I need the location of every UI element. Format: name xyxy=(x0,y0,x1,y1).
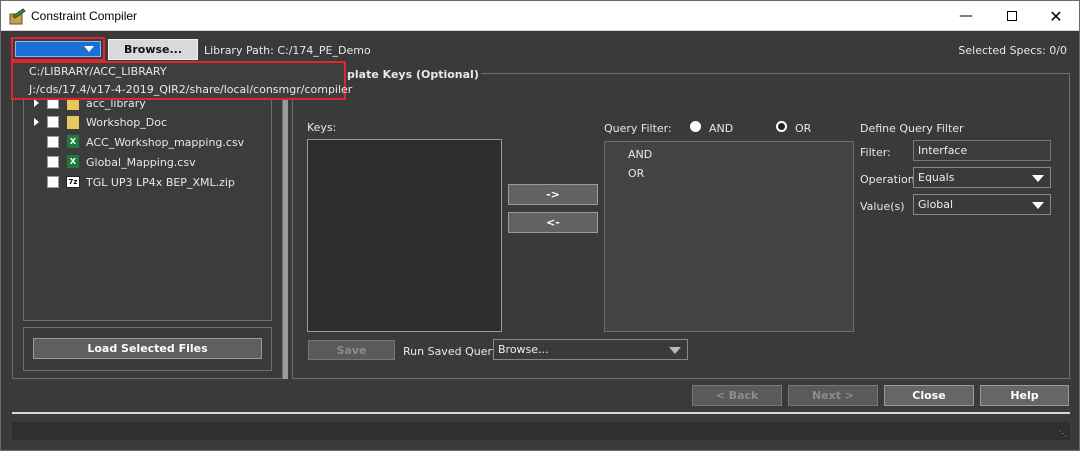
panel-splitter[interactable] xyxy=(283,67,288,379)
saved-query-select[interactable]: Browse... xyxy=(493,339,688,360)
zip-icon: 7z xyxy=(66,176,80,188)
or-radio[interactable] xyxy=(776,121,787,132)
minimize-icon: — xyxy=(959,8,973,24)
maximize-button[interactable] xyxy=(989,1,1035,31)
close-icon: ✕ xyxy=(1049,6,1063,26)
keys-list[interactable] xyxy=(307,139,502,332)
chevron-down-icon xyxy=(669,347,681,354)
selected-specs: Selected Specs: 0/0 xyxy=(958,44,1067,57)
close-button[interactable]: Close xyxy=(884,385,974,406)
chevron-down-icon xyxy=(1032,202,1044,209)
library-dropdown[interactable] xyxy=(11,37,105,61)
checkbox[interactable] xyxy=(47,116,59,128)
saved-query-value: Browse... xyxy=(498,343,549,356)
excel-icon: X xyxy=(67,135,79,148)
filter-label: Filter: xyxy=(860,146,891,159)
load-selected-files-button[interactable]: Load Selected Files xyxy=(33,338,262,359)
next-button[interactable]: Next > xyxy=(788,385,878,406)
and-radio-label: AND xyxy=(709,122,734,135)
maximize-icon xyxy=(1007,11,1017,21)
status-bar xyxy=(12,422,1070,440)
operation-value: Equals xyxy=(918,171,955,184)
close-window-button[interactable]: ✕ xyxy=(1033,1,1079,31)
values-label: Value(s) xyxy=(860,200,905,213)
back-button[interactable]: < Back xyxy=(692,385,782,406)
checkbox[interactable] xyxy=(47,176,59,188)
expand-icon[interactable] xyxy=(34,118,39,126)
save-button[interactable]: Save xyxy=(308,340,395,360)
window-title: Constraint Compiler xyxy=(31,9,138,23)
query-item-and[interactable]: AND xyxy=(628,148,652,161)
divider xyxy=(12,412,1070,414)
or-radio-label: OR xyxy=(795,122,812,135)
query-list[interactable]: AND OR xyxy=(604,141,854,332)
excel-icon: X xyxy=(67,155,79,168)
tree-item-label: Workshop_Doc xyxy=(86,116,168,129)
filter-input[interactable]: Interface xyxy=(913,140,1051,161)
file-tree: acc_library Workshop_Doc X ACC_Workshop_… xyxy=(23,81,272,321)
library-dropdown-list: C:/LIBRARY/ACC_LIBRARY J:/cds/17.4/v17-4… xyxy=(11,61,352,100)
checkbox[interactable] xyxy=(47,156,59,168)
app-window: Constraint Compiler — ✕ Browse... Librar… xyxy=(0,0,1080,451)
chevron-down-icon xyxy=(1032,175,1044,182)
chevron-down-icon xyxy=(84,46,94,52)
minimize-button[interactable]: — xyxy=(943,1,989,31)
query-filter-label: Query Filter: xyxy=(604,122,672,135)
dropdown-option-2[interactable]: J:/cds/17.4/v17-4-2019_QIR2/share/local/… xyxy=(29,83,352,98)
app-icon xyxy=(9,8,26,25)
and-radio[interactable] xyxy=(690,121,701,132)
tree-item-tgl-zip[interactable]: 7z TGL UP3 LP4x BEP_XML.zip xyxy=(24,174,271,192)
operation-label: Operation xyxy=(860,173,915,186)
values-select[interactable]: Global xyxy=(913,194,1051,215)
expand-icon[interactable] xyxy=(34,99,39,107)
values-value: Global xyxy=(918,198,954,211)
tree-item-global-mapping[interactable]: X Global_Mapping.csv xyxy=(24,154,271,172)
keys-label: Keys: xyxy=(307,121,337,134)
remove-key-button[interactable]: <- xyxy=(508,212,598,233)
library-path: Library Path: C:/174_PE_Demo xyxy=(204,44,371,57)
help-button[interactable]: Help xyxy=(980,385,1069,406)
resize-grip-icon[interactable]: ⋱ xyxy=(1059,429,1067,438)
checkbox[interactable] xyxy=(47,136,59,148)
run-saved-query-label: Run Saved Query: xyxy=(403,345,502,358)
tree-item-workshop-doc[interactable]: Workshop_Doc xyxy=(24,114,271,132)
group-title: plate Keys (Optional) xyxy=(345,68,481,81)
tree-item-acc-workshop-mapping[interactable]: X ACC_Workshop_mapping.csv xyxy=(24,134,271,152)
add-key-button[interactable]: -> xyxy=(508,184,598,205)
query-item-or[interactable]: OR xyxy=(628,167,644,180)
title-bar: Constraint Compiler — ✕ xyxy=(1,1,1079,31)
tree-item-label: ACC_Workshop_mapping.csv xyxy=(86,136,245,149)
dropdown-option-1[interactable]: C:/LIBRARY/ACC_LIBRARY xyxy=(29,65,167,80)
browse-button[interactable]: Browse... xyxy=(108,39,198,60)
folder-icon xyxy=(67,116,79,129)
tree-item-label: TGL UP3 LP4x BEP_XML.zip xyxy=(86,176,235,189)
tree-item-label: Global_Mapping.csv xyxy=(86,156,196,169)
operation-select[interactable]: Equals xyxy=(913,167,1051,188)
define-query-filter-label: Define Query Filter xyxy=(860,122,964,135)
